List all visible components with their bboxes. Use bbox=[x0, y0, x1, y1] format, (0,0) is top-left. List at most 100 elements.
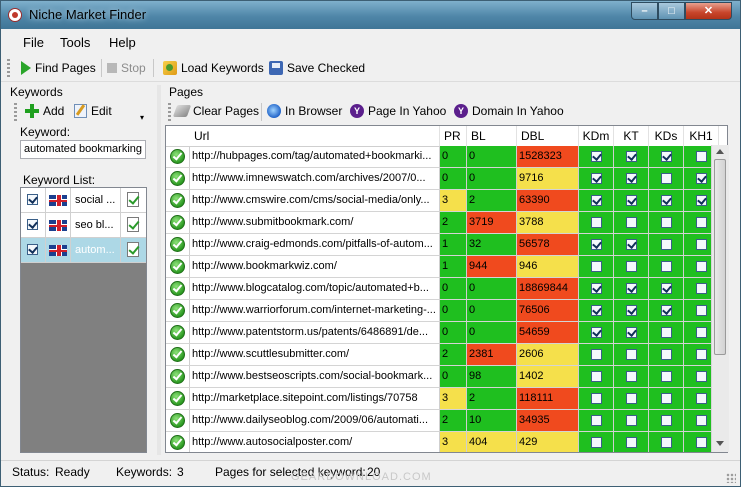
keyword-input[interactable]: automated bookmarking bbox=[20, 140, 146, 159]
table-row[interactable]: http://www.patentstorm.us/patents/648689… bbox=[166, 322, 727, 344]
title-bar[interactable]: Niche Market Finder – □ ✕ bbox=[1, 1, 740, 29]
table-row[interactable]: http://www.dailyseoblog.com/2009/06/auto… bbox=[166, 410, 727, 432]
table-row[interactable]: http://www.scuttlesubmitter.com/2 2381 260… bbox=[166, 344, 727, 366]
kt-checkbox[interactable] bbox=[626, 217, 637, 228]
keyword-list[interactable]: social ... seo bl... autom... bbox=[20, 187, 147, 453]
keyword-checkbox-cell[interactable] bbox=[21, 188, 46, 212]
grid-vertical-scrollbar[interactable] bbox=[711, 145, 729, 452]
close-button[interactable]: ✕ bbox=[685, 2, 732, 20]
minimize-button[interactable]: – bbox=[631, 2, 658, 20]
kds-checkbox[interactable] bbox=[661, 239, 672, 250]
keyword-list-item[interactable]: autom... bbox=[21, 238, 146, 263]
keyword-list-item[interactable]: seo bl... bbox=[21, 213, 146, 238]
kdm-checkbox[interactable] bbox=[591, 371, 602, 382]
kdm-checkbox[interactable] bbox=[591, 393, 602, 404]
url-cell[interactable]: http://www.dailyseoblog.com/2009/06/auto… bbox=[190, 410, 440, 431]
page-in-yahoo-button[interactable]: Y Page In Yahoo bbox=[350, 102, 446, 120]
scroll-thumb[interactable] bbox=[714, 159, 726, 355]
url-cell[interactable]: http://www.bestseoscripts.com/social-boo… bbox=[190, 366, 440, 387]
kds-checkbox[interactable] bbox=[661, 371, 672, 382]
kh1-checkbox[interactable] bbox=[696, 173, 707, 184]
kt-checkbox[interactable] bbox=[626, 305, 637, 316]
kdm-checkbox[interactable] bbox=[591, 261, 602, 272]
table-row[interactable]: http://marketplace.sitepoint.com/listing… bbox=[166, 388, 727, 410]
kds-checkbox[interactable] bbox=[661, 393, 672, 404]
scroll-down-arrow-icon[interactable] bbox=[716, 441, 724, 446]
table-row[interactable]: http://www.submitbookmark.com/2 3719 3788 bbox=[166, 212, 727, 234]
kdm-checkbox[interactable] bbox=[591, 173, 602, 184]
keyword-checkbox[interactable] bbox=[27, 194, 38, 205]
menu-file[interactable]: File bbox=[23, 35, 44, 50]
kh1-checkbox[interactable] bbox=[696, 217, 707, 228]
kds-checkbox[interactable] bbox=[661, 437, 672, 448]
table-row[interactable]: http://www.autosocialposter.com/3 404 429 bbox=[166, 432, 727, 452]
edit-keyword-button[interactable]: Edit bbox=[74, 102, 112, 120]
url-cell[interactable]: http://www.craig-edmonds.com/pitfalls-of… bbox=[190, 234, 440, 255]
kt-checkbox[interactable] bbox=[626, 173, 637, 184]
clear-pages-button[interactable]: Clear Pages bbox=[172, 102, 259, 120]
keyword-checkbox-cell[interactable] bbox=[21, 213, 46, 237]
pages-toolbar-grip[interactable] bbox=[168, 103, 171, 121]
toolbar-grip[interactable] bbox=[7, 59, 10, 77]
kh1-checkbox[interactable] bbox=[696, 151, 707, 162]
kh1-checkbox[interactable] bbox=[696, 327, 707, 338]
kt-checkbox[interactable] bbox=[626, 415, 637, 426]
kh1-checkbox[interactable] bbox=[696, 415, 707, 426]
kt-checkbox[interactable] bbox=[626, 371, 637, 382]
kt-checkbox[interactable] bbox=[626, 393, 637, 404]
kh1-checkbox[interactable] bbox=[696, 305, 707, 316]
kh1-checkbox[interactable] bbox=[696, 437, 707, 448]
find-pages-button[interactable]: Find Pages bbox=[21, 59, 96, 77]
save-checked-button[interactable]: Save Checked bbox=[269, 59, 365, 77]
column-header-pr[interactable]: PR bbox=[440, 126, 467, 146]
kdm-checkbox[interactable] bbox=[591, 437, 602, 448]
kdm-checkbox[interactable] bbox=[591, 283, 602, 294]
kdm-checkbox[interactable] bbox=[591, 239, 602, 250]
table-row[interactable]: http://www.warriorforum.com/internet-mar… bbox=[166, 300, 727, 322]
kh1-checkbox[interactable] bbox=[696, 393, 707, 404]
kds-checkbox[interactable] bbox=[661, 349, 672, 360]
url-cell[interactable]: http://www.imnewswatch.com/archives/2007… bbox=[190, 168, 440, 189]
table-row[interactable]: http://www.blogcatalog.com/topic/automat… bbox=[166, 278, 727, 300]
kt-checkbox[interactable] bbox=[626, 195, 637, 206]
url-cell[interactable]: http://www.autosocialposter.com/ bbox=[190, 432, 440, 452]
url-cell[interactable]: http://marketplace.sitepoint.com/listing… bbox=[190, 388, 440, 409]
url-cell[interactable]: http://www.bookmarkwiz.com/ bbox=[190, 256, 440, 277]
kds-checkbox[interactable] bbox=[661, 195, 672, 206]
keyword-list-item[interactable]: social ... bbox=[21, 188, 146, 213]
kdm-checkbox[interactable] bbox=[591, 415, 602, 426]
keyword-checkbox[interactable] bbox=[27, 219, 38, 230]
stop-button[interactable]: Stop bbox=[107, 59, 146, 77]
table-row[interactable]: http://www.cmswire.com/cms/social-media/… bbox=[166, 190, 727, 212]
kdm-checkbox[interactable] bbox=[591, 327, 602, 338]
kh1-checkbox[interactable] bbox=[696, 283, 707, 294]
kh1-checkbox[interactable] bbox=[696, 195, 707, 206]
column-header-kh1[interactable]: KH1 bbox=[684, 126, 719, 146]
kt-checkbox[interactable] bbox=[626, 349, 637, 360]
kh1-checkbox[interactable] bbox=[696, 239, 707, 250]
kdm-checkbox[interactable] bbox=[591, 195, 602, 206]
url-cell[interactable]: http://www.patentstorm.us/patents/648689… bbox=[190, 322, 440, 343]
kds-checkbox[interactable] bbox=[661, 283, 672, 294]
resize-grip[interactable] bbox=[726, 473, 736, 483]
column-header-bl[interactable]: BL bbox=[467, 126, 517, 146]
add-keyword-button[interactable]: Add bbox=[25, 102, 64, 120]
kt-checkbox[interactable] bbox=[626, 437, 637, 448]
kh1-checkbox[interactable] bbox=[696, 371, 707, 382]
keywords-toolbar-grip[interactable] bbox=[14, 103, 17, 121]
column-header-url[interactable]: Url bbox=[190, 126, 440, 146]
table-row[interactable]: http://www.craig-edmonds.com/pitfalls-of… bbox=[166, 234, 727, 256]
menu-tools[interactable]: Tools bbox=[60, 35, 90, 50]
table-row[interactable]: http://www.bestseoscripts.com/social-boo… bbox=[166, 366, 727, 388]
domain-in-yahoo-button[interactable]: Y Domain In Yahoo bbox=[454, 102, 564, 120]
kt-checkbox[interactable] bbox=[626, 239, 637, 250]
maximize-button[interactable]: □ bbox=[658, 2, 685, 20]
url-cell[interactable]: http://www.submitbookmark.com/ bbox=[190, 212, 440, 233]
keyword-checkbox-cell[interactable] bbox=[21, 238, 46, 262]
kdm-checkbox[interactable] bbox=[591, 151, 602, 162]
kh1-checkbox[interactable] bbox=[696, 349, 707, 360]
keyword-checkbox[interactable] bbox=[27, 244, 38, 255]
column-header-dbl[interactable]: DBL bbox=[517, 126, 579, 146]
kds-checkbox[interactable] bbox=[661, 327, 672, 338]
url-cell[interactable]: http://www.warriorforum.com/internet-mar… bbox=[190, 300, 440, 321]
